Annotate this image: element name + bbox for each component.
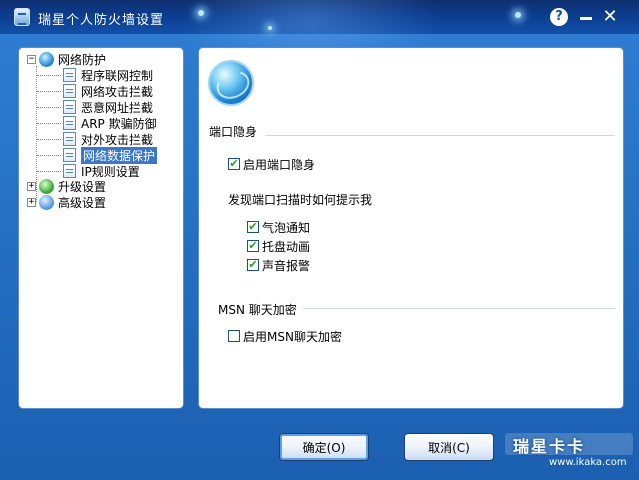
checkbox-label: 启用MSN聊天加密 (243, 329, 342, 344)
tree-node-upgrade-settings[interactable]: + 升级设置 (27, 178, 106, 194)
navigation-tree: − 网络防护 程序联网控制 网络攻击拦截 恶意网址拦截 ARP 欺骗防御 对外攻… (18, 47, 184, 409)
tree-item-program-network-control[interactable]: 程序联网控制 (63, 67, 153, 83)
window-title: 瑞星个人防火墙设置 (38, 13, 165, 28)
tree-node-advanced-settings[interactable]: + 高级设置 (27, 194, 106, 210)
tree-item-malicious-url-block[interactable]: 恶意网址拦截 (63, 99, 153, 115)
network-globe-icon (208, 60, 254, 106)
msn-section-title: MSN 聊天加密 (218, 303, 297, 317)
tree-item-label: ARP 欺骗防御 (81, 116, 157, 131)
title-bar[interactable]: 瑞星个人防火墙设置 ? ✕ (0, 0, 639, 80)
checkbox-checked-icon[interactable]: ✔ (247, 221, 259, 233)
sound-alarm-checkbox[interactable]: ✔ 声音报警 (247, 257, 310, 273)
checkbox-label: 托盘动画 (262, 239, 311, 254)
page-icon (63, 132, 76, 146)
sparkle-decoration (268, 26, 272, 30)
tree-node-label: 升级设置 (58, 179, 107, 194)
page-icon (63, 148, 76, 162)
tree-connector (37, 123, 61, 124)
port-scan-prompt-label: 发现端口扫描时如何提示我 (228, 193, 373, 207)
section-divider (265, 135, 615, 136)
checkbox-label: 声音报警 (262, 258, 311, 273)
tree-item-arp-defense[interactable]: ARP 欺骗防御 (63, 115, 157, 131)
expand-icon[interactable]: + (27, 181, 36, 191)
enable-msn-encryption-checkbox[interactable]: 启用MSN聊天加密 (228, 328, 342, 344)
ok-button[interactable]: 确定(O) (279, 433, 369, 461)
help-button[interactable]: ? (550, 8, 568, 26)
port-stealth-section-title: 端口隐身 (209, 125, 258, 139)
tree-item-label: 网络攻击拦截 (81, 84, 154, 99)
page-icon (63, 68, 76, 82)
checkbox-checked-icon[interactable]: ✔ (247, 240, 259, 252)
enable-port-stealth-checkbox[interactable]: ✔ 启用端口隐身 (228, 156, 315, 172)
minimize-button[interactable] (576, 7, 596, 27)
upgrade-icon (39, 178, 54, 194)
page-icon (63, 84, 76, 98)
tree-connector (37, 107, 61, 108)
watermark-logo: 瑞星卡卡 www.ikaka.com (505, 430, 633, 474)
tree-item-network-attack-block[interactable]: 网络攻击拦截 (63, 83, 153, 99)
bubble-notify-checkbox[interactable]: ✔ 气泡通知 (247, 219, 310, 235)
close-button[interactable]: ✕ (600, 7, 620, 27)
tree-item-label: 对外攻击拦截 (81, 132, 154, 147)
checkbox-checked-icon[interactable]: ✔ (228, 158, 240, 170)
tree-node-network-protection[interactable]: − 网络防护 (27, 51, 106, 67)
settings-content-panel: 端口隐身 ✔ 启用端口隐身 发现端口扫描时如何提示我 ✔ 气泡通知 ✔ 托盘动画… (198, 47, 624, 409)
tree-item-outbound-attack-block[interactable]: 对外攻击拦截 (63, 131, 153, 147)
page-icon (63, 100, 76, 114)
app-icon (14, 8, 30, 26)
tree-item-label-selected: 网络数据保护 (81, 146, 158, 164)
tree-node-label: 高级设置 (58, 195, 107, 210)
page-icon (63, 116, 76, 130)
checkbox-unchecked-icon[interactable] (228, 330, 240, 342)
section-divider (303, 308, 615, 309)
watermark-url: www.ikaka.com (549, 457, 627, 468)
settings-window: 瑞星个人防火墙设置 ? ✕ − 网络防护 程序联网控制 网络攻击拦截 恶意网址拦… (0, 0, 639, 480)
tree-connector (37, 91, 61, 92)
tree-connector (37, 171, 61, 172)
checkbox-label: 气泡通知 (262, 220, 311, 235)
tree-connector (37, 75, 61, 76)
expand-icon[interactable]: + (27, 197, 36, 207)
watermark-title: 瑞星卡卡 (513, 437, 586, 456)
tree-node-label: 网络防护 (58, 52, 107, 67)
tree-item-label: 恶意网址拦截 (81, 100, 154, 115)
tree-item-network-data-protection[interactable]: 网络数据保护 (63, 146, 158, 164)
tray-animation-checkbox[interactable]: ✔ 托盘动画 (247, 238, 310, 254)
settings-icon (39, 194, 54, 210)
page-icon (63, 164, 76, 178)
checkbox-label: 启用端口隐身 (243, 157, 316, 172)
collapse-icon[interactable]: − (27, 54, 36, 64)
cancel-button[interactable]: 取消(C) (404, 433, 494, 461)
tree-item-label: 程序联网控制 (81, 68, 154, 83)
checkbox-checked-icon[interactable]: ✔ (247, 259, 259, 271)
sparkle-decoration (198, 10, 204, 16)
globe-icon (39, 51, 54, 67)
tree-connector (37, 155, 61, 156)
sparkle-decoration (515, 12, 521, 18)
tree-connector (37, 139, 61, 140)
